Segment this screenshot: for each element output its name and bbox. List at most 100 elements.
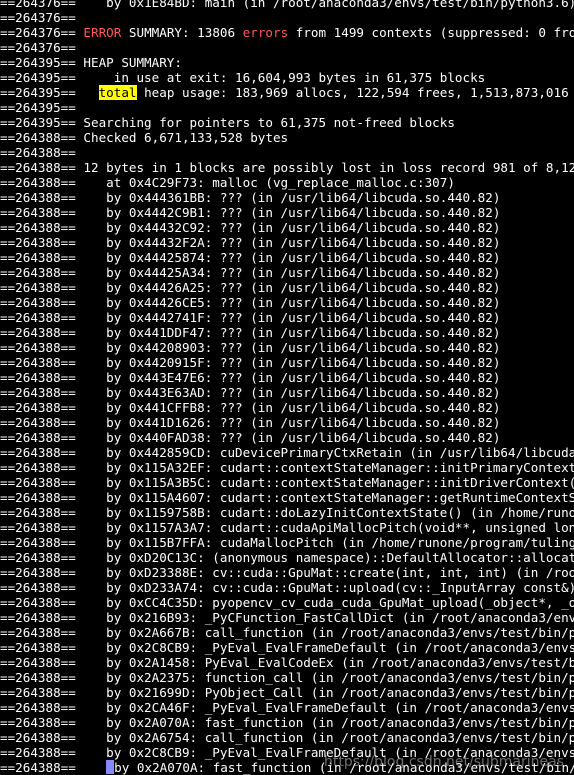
terminal-line: ==264388== by 0x44426CE5: ??? (in /usr/l… [0,295,574,310]
terminal-line: ==264376== [0,10,574,25]
terminal-line: ==264395== Searching for pointers to 61,… [0,115,574,130]
line-text: ==264388== by 0x115B7FFA: cudaMallocPitc… [0,535,574,550]
line-text: ==264388== by 0x2CA46F: _PyEval_EvalFram… [0,700,574,715]
line-text: ==264376== by 0x1E84BD: main (in /root/a… [0,0,574,10]
line-text: ==264388== Checked 6,671,133,528 bytes [0,130,288,145]
terminal-line: ==264388== by 0xD23388E: cv::cuda::GpuMa… [0,565,574,580]
line-text: ==264388== by 0x44425874: ??? (in /usr/l… [0,250,500,265]
line-text: ==264388== by 0x443E47E6: ??? (in /usr/l… [0,370,500,385]
terminal-line: ==264388== by 0x216B93: _PyCFunction_Fas… [0,610,574,625]
line-text: ==264388== by 0x443E63AD: ??? (in /usr/l… [0,385,500,400]
terminal-line: ==264395== [0,100,574,115]
terminal-line: ==264388== by 0x2C8CB9: _PyEval_EvalFram… [0,640,574,655]
line-text: ==264395== [0,100,76,115]
line-text: ==264388== by 0x4442C9B1: ??? (in /usr/l… [0,205,500,220]
watermark-text: https://blog.csdn.net/submarineas [324,754,564,770]
line-text: ==264388== by 0x441D1626: ??? (in /usr/l… [0,415,500,430]
line-text: ==264388== by 0x21699D: PyObject_Call (i… [0,685,574,700]
terminal-line: ==264388== by 0x21699D: PyObject_Call (i… [0,685,574,700]
text-cursor [106,760,114,774]
line-text: ==264388== by 0x115A4607: cudart::contex… [0,490,574,505]
terminal-line: ==264388== by 0x4420915F: ??? (in /usr/l… [0,355,574,370]
terminal-line: ==264388== at 0x4C29F73: malloc (vg_repl… [0,175,574,190]
terminal-line: ==264388== by 0x115B7FFA: cudaMallocPitc… [0,535,574,550]
line-text: ==264376== [0,40,76,55]
error-label: ERROR [83,25,121,40]
terminal-line: ==264376== by 0x1E84BD: main (in /root/a… [0,0,574,10]
terminal-line: ==264388== by 0xD20C13C: (anonymous name… [0,550,574,565]
line-text: ==264388== by 0x1159758B: cudart::doLazy… [0,505,574,520]
line-text: ==264395== in use at exit: 16,604,993 by… [0,70,485,85]
terminal-line: ==264388== by 0x2A1458: PyEval_EvalCodeE… [0,655,574,670]
line-text: ==264388== by 0x2A1458: PyEval_EvalCodeE… [0,655,574,670]
line-text: ==264388== by 0x444361BB: ??? (in /usr/l… [0,190,500,205]
terminal-line: ==264388== by 0x443E47E6: ??? (in /usr/l… [0,370,574,385]
terminal-output[interactable]: ==264376== by 0x1E84BD: main (in /root/a… [0,0,574,775]
terminal-line: ==264388== by 0x2A070A: fast_function (i… [0,715,574,730]
terminal-line: ==264388== by 0x1159758B: cudart::doLazy… [0,505,574,520]
terminal-line: ==264388== by 0x115A3B5C: cudart::contex… [0,475,574,490]
terminal-line: ==264388== by 0x442859CD: cuDevicePrimar… [0,445,574,460]
line-text: ==264388== by 0x115A32EF: cudart::contex… [0,460,574,475]
line-text: ==264388== by 0x44425A34: ??? (in /usr/l… [0,265,500,280]
line-text: ==264388== 12 bytes in 1 blocks are poss… [0,160,574,175]
line-text: heap usage: 183,969 allocs, 122,594 free… [137,85,574,100]
line-text: ==264388== by 0x44432F2A: ??? (in /usr/l… [0,235,500,250]
terminal-line: ==264395== in use at exit: 16,604,993 by… [0,70,574,85]
line-text: ==264388== by 0x441DDF47: ??? (in /usr/l… [0,325,500,340]
line-text: from 1499 contexts (suppressed: 0 from 0… [288,25,574,40]
line-text: ==264388== by 0x44426A25: ??? (in /usr/l… [0,280,500,295]
terminal-line: ==264388== by 0x1157A3A7: cudart::cudaAp… [0,520,574,535]
terminal-line: ==264388== by 0x44432C92: ??? (in /usr/l… [0,220,574,235]
line-text: ==264388== by 0x44426CE5: ??? (in /usr/l… [0,295,500,310]
terminal-line: ==264388== by 0x44426A25: ??? (in /usr/l… [0,280,574,295]
terminal-line: ==264388== by 0xD233A74: cv::cuda::GpuMa… [0,580,574,595]
line-text: ==264388== by 0x2A667B: call_function (i… [0,625,574,640]
line-prefix: ==264395== [0,85,99,100]
terminal-line: ==264395== HEAP SUMMARY: [0,55,574,70]
terminal-line: ==264388== by 0x44425874: ??? (in /usr/l… [0,250,574,265]
line-text: ==264388== by 0x44208903: ??? (in /usr/l… [0,340,500,355]
terminal-line: ==264388== by 0x2A2375: function_call (i… [0,670,574,685]
line-text: ==264388== by 0x4442741F: ??? (in /usr/l… [0,310,500,325]
line-text: ==264395== HEAP SUMMARY: [0,55,182,70]
terminal-line: ==264388== by 0x44208903: ??? (in /usr/l… [0,340,574,355]
line-text: ==264388== by 0x442859CD: cuDevicePrimar… [0,445,574,460]
terminal-line: ==264388== by 0x4442C9B1: ??? (in /usr/l… [0,205,574,220]
terminal-line: ==264388== by 0x443E63AD: ??? (in /usr/l… [0,385,574,400]
line-text: ==264388== by 0xCC4C35D: pyopencv_cv_cud… [0,595,574,610]
terminal-line: ==264388== by 0xCC4C35D: pyopencv_cv_cud… [0,595,574,610]
line-text: ==264388== by 0xD20C13C: (anonymous name… [0,550,574,565]
line-text: ==264388== by 0x2A070A: fast_function (i… [0,715,574,730]
terminal-line: ==264388== by 0x441DDF47: ??? (in /usr/l… [0,325,574,340]
search-highlight: total [99,85,137,100]
line-text: ==264388== at 0x4C29F73: malloc (vg_repl… [0,175,455,190]
line-text: ==264395== Searching for pointers to 61,… [0,115,455,130]
terminal-line: ==264376== [0,40,574,55]
terminal-line: ==264388== Checked 6,671,133,528 bytes [0,130,574,145]
terminal-line: ==264388== by 0x115A4607: cudart::contex… [0,490,574,505]
terminal-line: ==264376== ERROR SUMMARY: 13806 errors f… [0,25,574,40]
terminal-line: ==264388== by 0x444361BB: ??? (in /usr/l… [0,190,574,205]
line-text: ==264388== by 0x2A2375: function_call (i… [0,670,574,685]
line-text: ==264388== by 0x44432C92: ??? (in /usr/l… [0,220,500,235]
line-text: SUMMARY: 13806 [121,25,242,40]
line-prefix: ==264376== [0,25,83,40]
line-text: ==264376== [0,10,76,25]
terminal-line: ==264388== by 0x2A667B: call_function (i… [0,625,574,640]
line-text: ==264388== by 0x115A3B5C: cudart::contex… [0,475,574,490]
line-text: ==264388== by 0x1157A3A7: cudart::cudaAp… [0,520,574,535]
terminal-line: ==264388== by 0x44432F2A: ??? (in /usr/l… [0,235,574,250]
terminal-line: ==264388== 12 bytes in 1 blocks are poss… [0,160,574,175]
line-text: ==264388== by 0x441CFFB8: ??? (in /usr/l… [0,400,500,415]
terminal-line: ==264388== by 0x440FAD38: ??? (in /usr/l… [0,430,574,445]
terminal-line: ==264388== by 0x441D1626: ??? (in /usr/l… [0,415,574,430]
error-word: errors [243,25,289,40]
terminal-line: ==264388== by 0x4442741F: ??? (in /usr/l… [0,310,574,325]
terminal-line: ==264388== by 0x115A32EF: cudart::contex… [0,460,574,475]
line-text: ==264388== by 0xD23388E: cv::cuda::GpuMa… [0,565,574,580]
line-text: ==264388== by 0x2C8CB9: _PyEval_EvalFram… [0,640,574,655]
line-text: ==264388== by 0x2A6754: call_function (i… [0,730,574,745]
terminal-line: ==264388== by 0x44425A34: ??? (in /usr/l… [0,265,574,280]
terminal-line: ==264388== by 0x2A6754: call_function (i… [0,730,574,745]
